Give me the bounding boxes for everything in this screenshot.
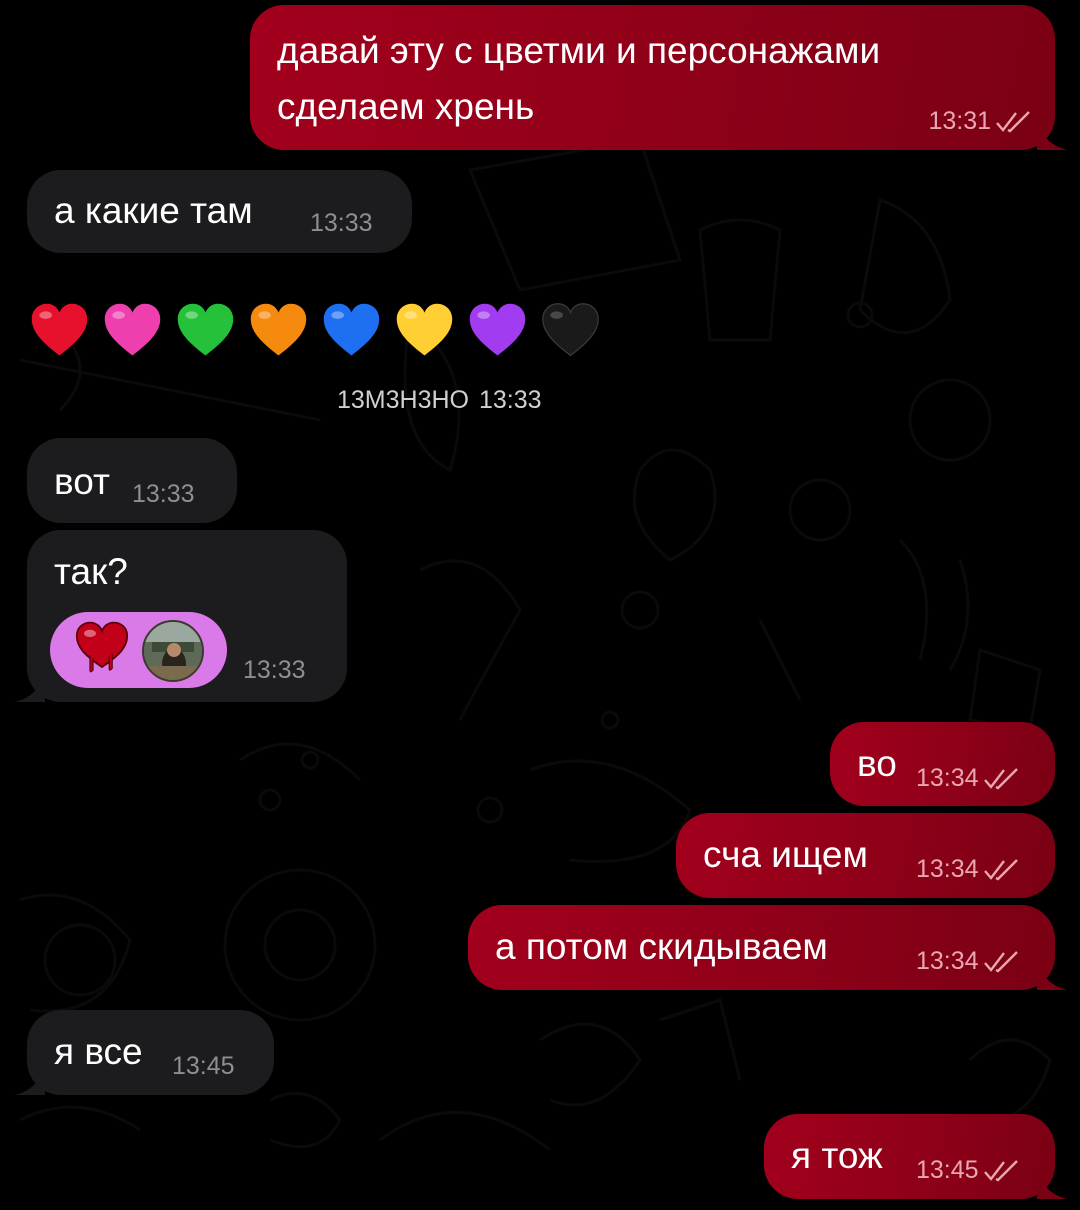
double-check-icon	[983, 767, 1018, 789]
outgoing-message[interactable]: сча ищем 13:34	[676, 813, 1055, 898]
bubble-tail	[15, 1065, 45, 1095]
message-time: 13:45	[172, 1052, 235, 1080]
message-text: я тож	[791, 1135, 883, 1176]
bubble-tail	[1037, 1169, 1067, 1199]
outgoing-message[interactable]: во 13:34	[830, 722, 1055, 806]
outgoing-message[interactable]: я тож 13:45	[764, 1114, 1067, 1199]
message-time: 13:33	[243, 656, 306, 684]
avatar	[142, 620, 204, 682]
hearts-row	[28, 300, 602, 363]
green-heart-icon	[177, 303, 234, 356]
message-text: я все	[54, 1031, 143, 1072]
message-text: давай эту с цветми и персонажами сделаем…	[277, 30, 881, 127]
message-time: 13:31	[928, 107, 991, 135]
message-meta: 13:34	[916, 764, 1021, 793]
message-meta: 13:34	[916, 855, 1021, 884]
message-time: 13:33	[132, 480, 195, 508]
message-time: 13:33	[310, 209, 373, 237]
message-meta: 13:31	[928, 107, 1033, 136]
bubble-tail	[1037, 120, 1067, 150]
message-text: во	[857, 743, 897, 784]
message-meta: 13:45	[916, 1156, 1021, 1185]
message-meta: 13:34	[916, 947, 1021, 976]
double-check-icon	[983, 950, 1018, 972]
message-time: 13:34	[916, 947, 979, 975]
message-text: сча ищем	[703, 834, 868, 875]
black-heart-icon	[542, 303, 599, 357]
incoming-message[interactable]: вот 13:33	[27, 438, 237, 523]
outgoing-message[interactable]: а потом скидываем 13:34	[468, 905, 1067, 990]
message-time: 13:34	[916, 855, 979, 883]
message-time: 13:45	[916, 1156, 979, 1184]
emoji-message-meta: 13М3Н3НО 13:33	[337, 386, 542, 415]
yellow-heart-icon	[396, 303, 453, 356]
message-text: вот	[54, 461, 110, 502]
message-time: 13:33	[479, 386, 542, 414]
message-text: а потом скидываем	[495, 926, 828, 967]
double-check-icon	[983, 1159, 1018, 1181]
orange-heart-icon	[250, 303, 307, 356]
message-text: так?	[54, 551, 128, 592]
blue-heart-icon	[323, 303, 380, 356]
red-heart-icon	[31, 303, 88, 356]
emoji-message-caption: 13М3Н3НО	[337, 386, 469, 414]
sticker-pill[interactable]	[50, 612, 227, 688]
message-text: а какие там	[54, 190, 253, 231]
outgoing-message[interactable]: давай эту с цветми и персонажами сделаем…	[250, 5, 1067, 150]
incoming-message[interactable]: я все 13:45	[15, 1010, 274, 1095]
melting-heart-icon	[75, 621, 129, 673]
message-time: 13:34	[916, 764, 979, 792]
bubble-tail	[15, 672, 45, 702]
double-check-icon	[983, 858, 1018, 880]
purple-heart-icon	[469, 303, 526, 356]
double-check-icon	[996, 110, 1030, 132]
incoming-message[interactable]: а какие там 13:33	[27, 170, 412, 253]
bubble-tail	[1037, 960, 1067, 990]
pink-heart-icon	[104, 303, 161, 356]
